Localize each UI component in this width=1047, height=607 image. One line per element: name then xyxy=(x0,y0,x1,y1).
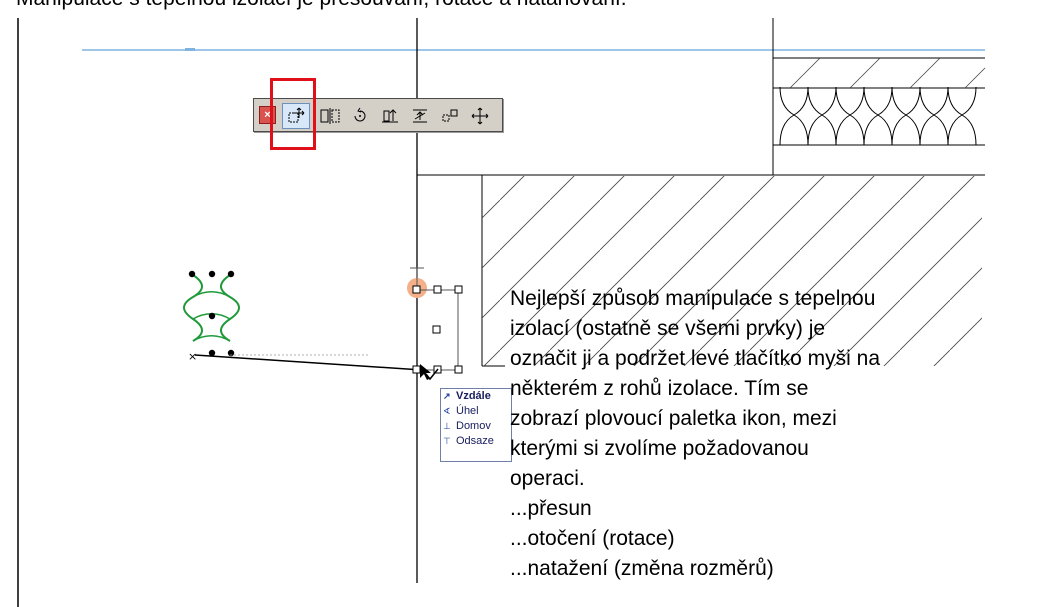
insulation-element[interactable]: × xyxy=(183,270,240,363)
description-line: zobrazí plovoucí paletka ikon, mezi xyxy=(510,407,837,430)
reference-line xyxy=(194,354,423,371)
stretch-button[interactable] xyxy=(406,103,434,129)
tracker-home-item[interactable]: ⊥ Domov xyxy=(441,419,511,434)
description-line: operaci. xyxy=(510,467,585,490)
offset-button[interactable] xyxy=(466,103,494,129)
stretch-icon xyxy=(413,109,427,123)
roof-insulation xyxy=(779,86,977,146)
rotate-button[interactable] xyxy=(346,103,374,129)
selection-handles[interactable] xyxy=(407,267,463,374)
tracker-distance-item[interactable]: ↗ Vzdále xyxy=(441,389,511,404)
tracker-popup[interactable]: ↗ Vzdále ∢ Úhel ⊥ Domov ⊤ Odsaze xyxy=(440,388,512,462)
description-line: označit ji a podržet levé tlačítko myši … xyxy=(510,347,881,370)
offset-icon: ⊤ xyxy=(443,436,451,446)
guide-marker xyxy=(185,48,195,51)
tracker-home-label: Domov xyxy=(456,420,491,432)
angle-icon: ∢ xyxy=(443,406,451,416)
multiply-icon xyxy=(442,109,458,122)
description-line: izolací (ostatně se všemi prvky) je xyxy=(510,317,826,340)
description-line: Nejlepší způsob manipulace s tepelnou xyxy=(510,287,876,310)
highlight-box xyxy=(270,78,316,150)
tracker-angle-label: Úhel xyxy=(456,405,479,417)
description-text: Nejlepší způsob manipulace s tepelnou iz… xyxy=(510,284,1030,584)
description-line: ...otočení (rotace) xyxy=(510,527,675,550)
description-line: některém z rohů izolace. Tím se xyxy=(510,377,809,400)
top-strip-hatch xyxy=(789,57,986,89)
elevate-button[interactable] xyxy=(376,103,404,129)
multiply-button[interactable] xyxy=(436,103,464,129)
rotate-icon xyxy=(354,107,366,122)
tracker-offset-label: Odsaze xyxy=(456,435,494,447)
description-line: ...přesun xyxy=(510,497,592,520)
home-story-icon: ⊥ xyxy=(443,421,451,431)
mirror-button[interactable] xyxy=(316,103,344,129)
description-line: kterými si zvolíme požadovanou xyxy=(510,437,809,460)
mirror-icon xyxy=(320,108,340,124)
tracker-offset-item[interactable]: ⊤ Odsaze xyxy=(441,434,511,449)
svg-text:×: × xyxy=(188,350,197,363)
description-line: ...natažení (změna rozměrů) xyxy=(510,557,774,580)
offset-icon xyxy=(471,107,489,125)
tracker-distance-label: Vzdále xyxy=(456,390,491,402)
page-heading: Manipulace s tepelnou izolací je přesouv… xyxy=(16,0,627,11)
tracker-angle-item[interactable]: ∢ Úhel xyxy=(441,404,511,419)
distance-icon: ↗ xyxy=(443,391,451,401)
elevate-icon xyxy=(382,109,398,123)
